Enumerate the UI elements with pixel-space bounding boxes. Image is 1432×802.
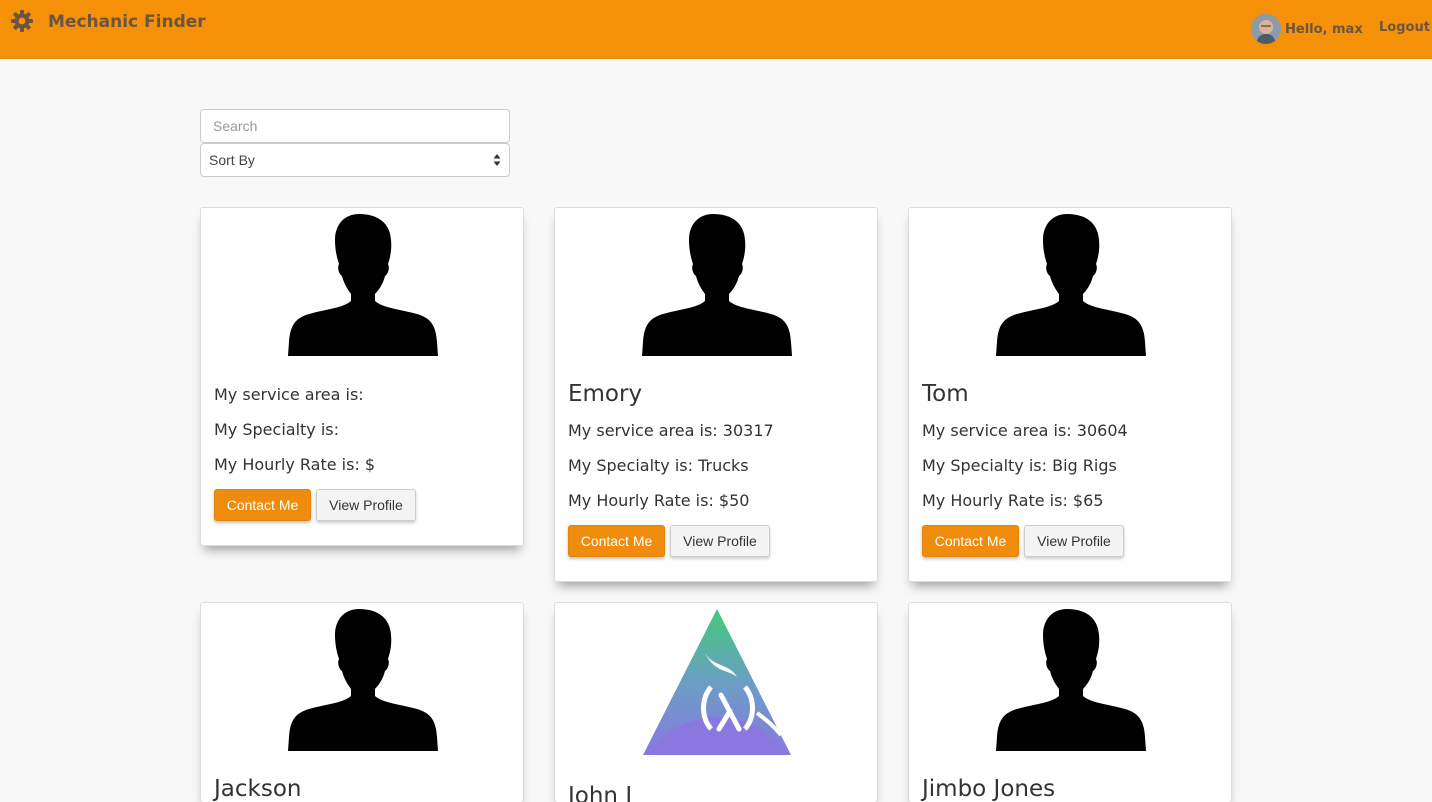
logout-link[interactable]: Logout	[1379, 20, 1430, 35]
profile-image	[287, 212, 439, 360]
mechanic-name: Jackson	[214, 776, 302, 802]
person-silhouette-icon	[995, 212, 1147, 360]
profile-image	[641, 607, 793, 755]
mechanic-card: Jackson	[200, 602, 524, 802]
mechanic-card: John J	[554, 602, 878, 802]
service-area-line: My service area is: 30604	[922, 421, 1128, 440]
user-menu[interactable]: Hello, max	[1251, 14, 1363, 44]
gear-icon[interactable]	[10, 9, 34, 33]
person-silhouette-icon	[641, 212, 793, 360]
service-area-line: My service area is:	[214, 385, 364, 404]
service-area-line: My service area is: 30317	[568, 421, 774, 440]
brand-title[interactable]: Mechanic Finder	[48, 12, 206, 32]
profile-image	[287, 607, 439, 755]
view-profile-button[interactable]: View Profile	[1024, 525, 1124, 557]
search-input[interactable]	[200, 109, 510, 143]
view-profile-button[interactable]: View Profile	[670, 525, 770, 557]
hourly-rate-line: My Hourly Rate is: $65	[922, 491, 1104, 510]
mechanic-name: Jimbo Jones	[922, 776, 1056, 802]
contact-me-button[interactable]: Contact Me	[214, 489, 311, 521]
avatar	[1251, 14, 1281, 44]
mechanic-card: Tom My service area is: 30604 My Special…	[908, 207, 1232, 582]
top-navbar: Mechanic Finder Hello, max Logout	[0, 0, 1432, 59]
select-arrows-icon	[493, 153, 501, 167]
person-silhouette-icon	[287, 607, 439, 755]
specialty-line: My Specialty is: Big Rigs	[922, 456, 1117, 475]
specialty-line: My Specialty is: Trucks	[568, 456, 749, 475]
person-silhouette-icon	[287, 212, 439, 360]
view-profile-button[interactable]: View Profile	[316, 489, 416, 521]
mechanic-name: Tom	[922, 381, 969, 407]
lambda-triangle-logo-icon	[643, 609, 791, 755]
profile-image	[995, 212, 1147, 360]
person-silhouette-icon	[995, 607, 1147, 755]
sort-by-select[interactable]: Sort By	[200, 143, 510, 177]
profile-image	[641, 212, 793, 360]
contact-me-button[interactable]: Contact Me	[922, 525, 1019, 557]
hourly-rate-line: My Hourly Rate is: $50	[568, 491, 750, 510]
profile-image	[995, 607, 1147, 755]
contact-me-button[interactable]: Contact Me	[568, 525, 665, 557]
mechanic-card: Jimbo Jones	[908, 602, 1232, 802]
mechanic-card: My service area is: My Specialty is: My …	[200, 207, 524, 546]
hourly-rate-line: My Hourly Rate is: $	[214, 455, 376, 474]
mechanic-name: Emory	[568, 381, 643, 407]
specialty-line: My Specialty is:	[214, 420, 340, 439]
mechanic-card: Emory My service area is: 30317 My Speci…	[554, 207, 878, 582]
sort-by-value: Sort By	[209, 152, 255, 168]
user-greeting: Hello, max	[1285, 21, 1363, 37]
mechanic-name: John J	[568, 783, 633, 802]
